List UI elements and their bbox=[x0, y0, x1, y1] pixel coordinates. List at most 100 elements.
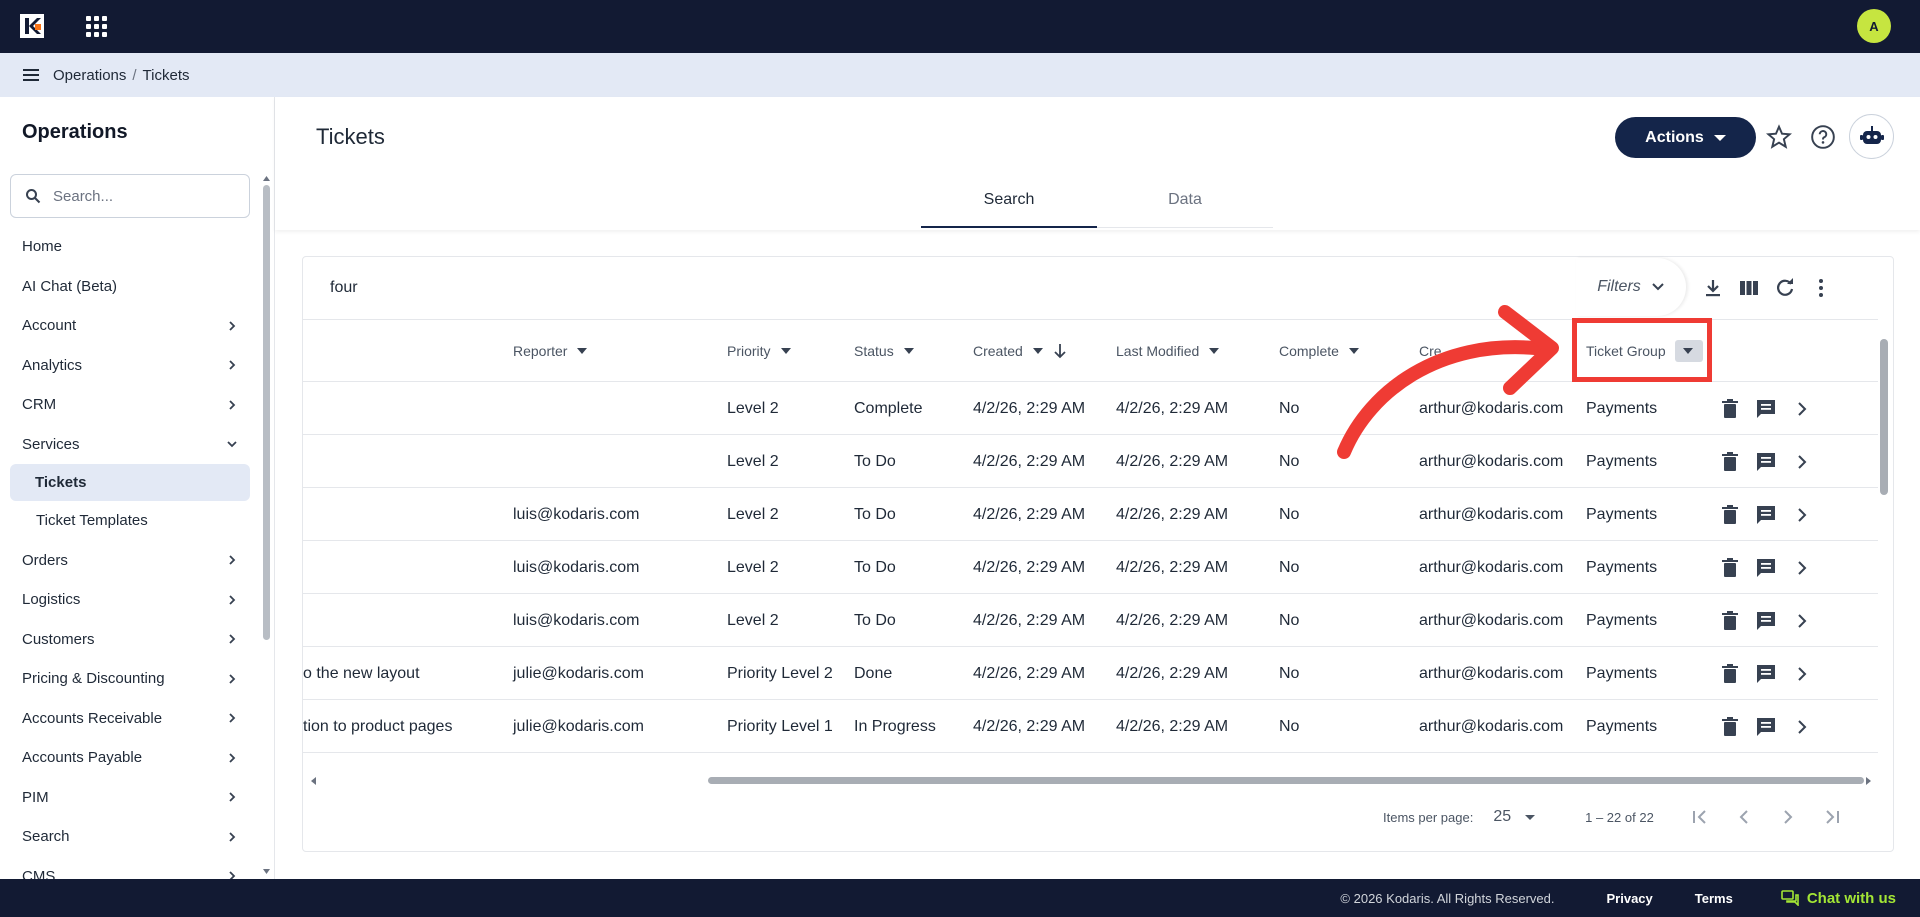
sidebar-item-ai-chat[interactable]: AI Chat (Beta) bbox=[0, 267, 260, 307]
table-vertical-scroll-thumb[interactable] bbox=[1880, 339, 1888, 495]
caret-down-icon bbox=[1209, 347, 1220, 354]
delete-icon[interactable] bbox=[1719, 557, 1741, 579]
actions-button[interactable]: Actions bbox=[1615, 117, 1756, 158]
delete-icon[interactable] bbox=[1719, 610, 1741, 632]
column-header-created[interactable]: Created bbox=[973, 320, 1067, 381]
menu-icon[interactable] bbox=[23, 69, 39, 81]
delete-icon[interactable] bbox=[1719, 451, 1741, 473]
tab-bar: Search Data bbox=[921, 185, 1273, 228]
comment-icon[interactable] bbox=[1755, 398, 1777, 420]
chevron-right-icon[interactable] bbox=[1791, 504, 1813, 526]
sidebar-item-cms[interactable]: CMS bbox=[0, 857, 260, 879]
scroll-left-arrow-icon[interactable] bbox=[309, 776, 317, 786]
chevron-right-icon[interactable] bbox=[1791, 610, 1813, 632]
table-row[interactable]: Level 2 Complete 4/2/26, 2:29 AM 4/2/26, 2:… bbox=[303, 381, 1878, 434]
table-row[interactable]: luis@kodaris.com Level 2 To Do 4/2/26, 2:29… bbox=[303, 593, 1878, 646]
apps-grid-icon[interactable] bbox=[86, 16, 107, 37]
kodaris-logo-icon[interactable] bbox=[20, 14, 44, 38]
last-page-icon[interactable] bbox=[1822, 807, 1842, 827]
items-per-page-select[interactable]: 25 bbox=[1493, 808, 1536, 826]
sidebar-item-tickets[interactable]: Tickets bbox=[10, 464, 250, 501]
scroll-right-arrow-icon[interactable] bbox=[1865, 776, 1873, 786]
comment-icon[interactable] bbox=[1755, 451, 1777, 473]
sidebar-item-home[interactable]: Home bbox=[0, 227, 260, 267]
search-query-input[interactable]: four bbox=[330, 279, 358, 297]
caret-down-icon bbox=[1525, 814, 1536, 820]
previous-page-icon[interactable] bbox=[1734, 807, 1754, 827]
columns-icon[interactable] bbox=[1738, 277, 1760, 299]
column-header-reporter[interactable]: Reporter bbox=[513, 320, 588, 381]
table-row[interactable]: luis@kodaris.com Level 2 To Do 4/2/26, 2:29… bbox=[303, 540, 1878, 593]
cell-creator: arthur@kodaris.com bbox=[1419, 717, 1564, 735]
sidebar-item-search[interactable]: Search bbox=[0, 817, 260, 857]
column-header-last-modified[interactable]: Last Modified bbox=[1116, 320, 1220, 381]
table-row[interactable]: luis@kodaris.com Level 2 To Do 4/2/26, 2:29… bbox=[303, 487, 1878, 540]
privacy-link[interactable]: Privacy bbox=[1607, 891, 1653, 906]
help-icon[interactable] bbox=[1810, 124, 1836, 150]
sidebar-item-pim[interactable]: PIM bbox=[0, 778, 260, 818]
star-icon[interactable] bbox=[1766, 124, 1792, 150]
sidebar-item-label: Accounts Payable bbox=[22, 749, 143, 767]
more-vert-icon[interactable] bbox=[1810, 277, 1832, 299]
download-icon[interactable] bbox=[1702, 277, 1724, 299]
sidebar-item-ticket-templates[interactable]: Ticket Templates bbox=[0, 501, 260, 541]
comment-icon[interactable] bbox=[1755, 663, 1777, 685]
table-row[interactable]: o the new layout julie@kodaris.com Priorit… bbox=[303, 646, 1878, 699]
column-header-status[interactable]: Status bbox=[854, 320, 914, 381]
sidebar-scrollbar[interactable] bbox=[262, 175, 271, 875]
comment-icon[interactable] bbox=[1755, 716, 1777, 738]
sidebar-item-analytics[interactable]: Analytics bbox=[0, 346, 260, 386]
sidebar-item-accounts-payable[interactable]: Accounts Payable bbox=[0, 738, 260, 778]
delete-icon[interactable] bbox=[1719, 663, 1741, 685]
tab-data[interactable]: Data bbox=[1097, 185, 1273, 228]
delete-icon[interactable] bbox=[1719, 716, 1741, 738]
chevron-right-icon[interactable] bbox=[1791, 663, 1813, 685]
delete-icon[interactable] bbox=[1719, 398, 1741, 420]
sidebar-item-account[interactable]: Account bbox=[0, 306, 260, 346]
sidebar-search-input[interactable]: Search... bbox=[10, 174, 250, 218]
breadcrumb-bar: Operations / Tickets bbox=[0, 53, 1920, 97]
cell-reporter: luis@kodaris.com bbox=[513, 505, 640, 523]
sidebar-item-customers[interactable]: Customers bbox=[0, 620, 260, 660]
sidebar-item-label: Search bbox=[22, 828, 70, 846]
table-horizontal-scrollbar[interactable] bbox=[303, 773, 1878, 787]
cell-status: To Do bbox=[854, 611, 896, 629]
cell-complete: No bbox=[1279, 558, 1300, 576]
sidebar-item-pricing[interactable]: Pricing & Discounting bbox=[0, 659, 260, 699]
column-header-priority[interactable]: Priority bbox=[727, 320, 791, 381]
user-avatar[interactable]: A bbox=[1857, 9, 1891, 43]
sidebar-item-accounts-receivable[interactable]: Accounts Receivable bbox=[0, 699, 260, 739]
cell-ticket-group: Payments bbox=[1586, 452, 1658, 470]
next-page-icon[interactable] bbox=[1778, 807, 1798, 827]
chevron-right-icon[interactable] bbox=[1791, 398, 1813, 420]
sidebar-item-orders[interactable]: Orders bbox=[0, 541, 260, 581]
refresh-icon[interactable] bbox=[1774, 277, 1796, 299]
breadcrumb-operations[interactable]: Operations bbox=[53, 67, 126, 84]
page-header: Tickets Actions Search Data bbox=[275, 97, 1920, 230]
terms-link[interactable]: Terms bbox=[1695, 891, 1733, 906]
sidebar-item-label: Accounts Receivable bbox=[22, 709, 163, 727]
filters-label: Filters bbox=[1597, 278, 1641, 295]
table-row[interactable]: tion to product pages julie@kodaris.com Pr… bbox=[303, 699, 1878, 752]
comment-icon[interactable] bbox=[1755, 504, 1777, 526]
chevron-right-icon[interactable] bbox=[1791, 716, 1813, 738]
table-horizontal-scroll-thumb[interactable] bbox=[708, 777, 1864, 784]
comment-icon[interactable] bbox=[1755, 557, 1777, 579]
scroll-down-arrow-icon[interactable] bbox=[262, 867, 271, 875]
sidebar-scroll-thumb[interactable] bbox=[263, 185, 270, 640]
first-page-icon[interactable] bbox=[1690, 807, 1710, 827]
chevron-right-icon[interactable] bbox=[1791, 557, 1813, 579]
delete-icon[interactable] bbox=[1719, 504, 1741, 526]
chevron-right-icon[interactable] bbox=[1791, 451, 1813, 473]
ai-assistant-button[interactable] bbox=[1849, 114, 1894, 159]
chat-with-us-button[interactable]: Chat with us bbox=[1781, 890, 1896, 907]
tab-search[interactable]: Search bbox=[921, 185, 1097, 228]
comment-icon[interactable] bbox=[1755, 610, 1777, 632]
filters-button[interactable]: Filters bbox=[1576, 258, 1686, 316]
table-row[interactable]: Level 2 To Do 4/2/26, 2:29 AM 4/2/26, 2:29 … bbox=[303, 434, 1878, 487]
sidebar-item-label: Home bbox=[22, 238, 63, 256]
sidebar-item-crm[interactable]: CRM bbox=[0, 385, 260, 425]
scroll-up-arrow-icon[interactable] bbox=[262, 175, 271, 183]
sidebar-item-services[interactable]: Services bbox=[0, 425, 260, 465]
sidebar-item-logistics[interactable]: Logistics bbox=[0, 580, 260, 620]
